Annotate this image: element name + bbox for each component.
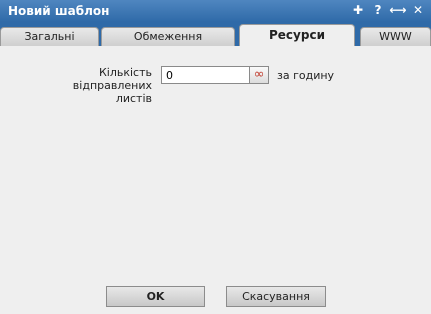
infinity-icon[interactable]: ∞: [249, 66, 269, 84]
title-bar: Новий шаблон ✚ ? ⟷ ✕: [0, 0, 431, 22]
tab-strip: Загальні Обмеження Ресурси WWW: [0, 22, 431, 46]
window-title: Новий шаблон: [8, 4, 110, 18]
sent-emails-label: Кількість відправлених листів: [72, 66, 152, 105]
sent-emails-input[interactable]: [161, 66, 249, 84]
unit-label: за годину: [277, 69, 335, 82]
tab-resources[interactable]: Ресурси: [239, 24, 355, 46]
window-controls: ✚ ? ⟷ ✕: [351, 3, 425, 17]
tab-www[interactable]: WWW: [360, 27, 431, 46]
pin-icon[interactable]: ✚: [351, 3, 365, 17]
resize-icon[interactable]: ⟷: [389, 3, 406, 17]
ok-button[interactable]: OK: [106, 286, 205, 307]
help-icon[interactable]: ?: [371, 3, 385, 17]
tab-limits[interactable]: Обмеження: [101, 27, 235, 46]
tab-content: Кількість відправлених листів ∞ за годин…: [0, 46, 431, 314]
tab-general[interactable]: Загальні: [0, 27, 99, 46]
close-icon[interactable]: ✕: [411, 3, 425, 17]
cancel-button[interactable]: Скасування: [226, 286, 326, 307]
